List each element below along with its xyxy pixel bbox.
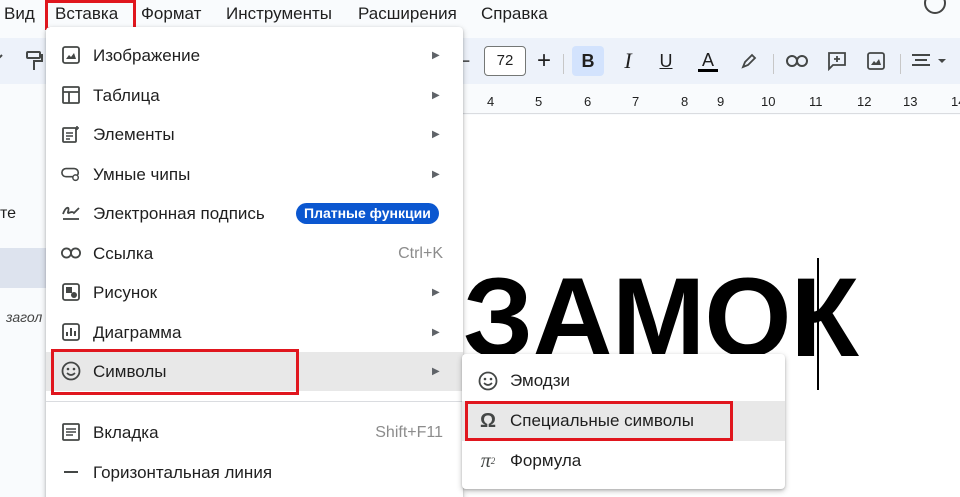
- insert-link-icon[interactable]: [783, 46, 811, 76]
- ruler-number: 4: [487, 94, 495, 109]
- submenu-arrow-icon: ▶: [432, 90, 440, 101]
- underline-button[interactable]: U: [652, 46, 680, 76]
- submenu-arrow-icon: ▶: [432, 366, 440, 377]
- ruler-number: 12: [857, 94, 872, 109]
- menu-format[interactable]: Формат: [141, 3, 201, 25]
- submenu-arrow-icon: ▶: [432, 327, 440, 338]
- text-color-button[interactable]: A: [694, 46, 722, 76]
- signature-icon: [61, 203, 81, 223]
- link-icon: [61, 243, 81, 263]
- smiley-icon: [61, 361, 81, 381]
- submenu-item-equation[interactable]: π2 Формула: [462, 441, 785, 481]
- font-size-input[interactable]: 72: [484, 46, 526, 76]
- italic-button[interactable]: I: [614, 46, 642, 76]
- ruler-number: 6: [584, 94, 592, 109]
- horizontal-line-icon: [61, 462, 81, 482]
- menu-tools[interactable]: Инструменты: [226, 3, 332, 25]
- ruler-number: 11: [809, 94, 823, 109]
- redo-icon[interactable]: [0, 46, 8, 76]
- paid-features-badge: Платные функции: [296, 203, 439, 224]
- ruler-number: 9: [717, 94, 725, 109]
- smart-chip-icon: [61, 164, 81, 184]
- insert-dropdown-menu: Изображение ▶ Таблица ▶ Элементы ▶ Умные…: [46, 27, 463, 497]
- table-icon: [61, 85, 81, 105]
- outline-selected-item[interactable]: [0, 248, 46, 288]
- shortcut-label: Shift+F11: [375, 423, 443, 441]
- font-size-increase-button[interactable]: +: [532, 46, 556, 76]
- ruler-number: 8: [681, 94, 689, 109]
- outline-text-fragment: те: [0, 205, 17, 222]
- chart-icon: [61, 322, 81, 342]
- submenu-arrow-icon: ▶: [432, 287, 440, 298]
- emoji-icon: [478, 371, 498, 391]
- align-dropdown-icon[interactable]: [910, 46, 950, 76]
- drawing-icon: [61, 282, 81, 302]
- shortcut-label: Ctrl+K: [398, 244, 443, 262]
- insert-image-icon[interactable]: [862, 46, 890, 76]
- menu-item-tab[interactable]: Вкладка Shift+F11: [46, 413, 463, 452]
- paint-format-icon[interactable]: [20, 46, 48, 76]
- highlight-pen-icon[interactable]: [735, 46, 763, 76]
- menu-item-esignature[interactable]: Электронная подпись Платные функции: [46, 194, 463, 233]
- submenu-arrow-icon: ▶: [432, 129, 440, 140]
- ruler-number: 13: [903, 94, 918, 109]
- ruler-number: 7: [632, 94, 640, 109]
- horizontal-ruler: 4 5 6 7 8 9 10 11 12 13 14: [463, 88, 960, 114]
- menu-item-drawing[interactable]: Рисунок ▶: [46, 273, 463, 312]
- submenu-item-special-characters[interactable]: Ω Специальные символы: [462, 401, 785, 441]
- ruler-number: 14: [951, 94, 960, 109]
- symbols-submenu: Эмодзи Ω Специальные символы π2 Формула: [462, 354, 785, 489]
- image-icon: [61, 45, 81, 65]
- menu-item-elements[interactable]: Элементы ▶: [46, 115, 463, 154]
- submenu-arrow-icon: ▶: [432, 169, 440, 180]
- pi-icon: π2: [480, 449, 496, 472]
- menu-extensions[interactable]: Расширения: [358, 3, 457, 25]
- menu-item-chart[interactable]: Диаграмма ▶: [46, 313, 463, 352]
- building-blocks-icon: [61, 124, 81, 144]
- omega-icon: Ω: [479, 409, 497, 432]
- outline-panel: [0, 114, 46, 497]
- menu-item-symbols[interactable]: Символы ▶: [46, 352, 463, 391]
- menu-item-smart-chips[interactable]: Умные чипы ▶: [46, 155, 463, 194]
- bold-button[interactable]: B: [572, 46, 604, 76]
- menu-item-table[interactable]: Таблица ▶: [46, 76, 463, 115]
- account-icon[interactable]: [924, 0, 946, 14]
- menu-help[interactable]: Справка: [481, 3, 548, 25]
- menu-divider: [46, 401, 463, 402]
- submenu-arrow-icon: ▶: [432, 50, 440, 61]
- outline-hint-fragment: загол: [6, 309, 43, 325]
- menu-item-horizontal-line[interactable]: Горизонтальная линия: [46, 453, 463, 492]
- tab-icon: [61, 422, 81, 442]
- menu-view[interactable]: Вид: [4, 3, 35, 25]
- menu-bar: Вид Вставка Формат Инструменты Расширени…: [0, 0, 960, 28]
- ruler-number: 5: [535, 94, 543, 109]
- menu-insert[interactable]: Вставка: [55, 3, 118, 25]
- ruler-number: 10: [761, 94, 776, 109]
- text-cursor: [817, 258, 819, 390]
- menu-item-image[interactable]: Изображение ▶: [46, 36, 463, 75]
- add-comment-icon[interactable]: [823, 46, 851, 76]
- menu-item-link[interactable]: Ссылка Ctrl+K: [46, 234, 463, 273]
- submenu-item-emoji[interactable]: Эмодзи: [462, 361, 785, 401]
